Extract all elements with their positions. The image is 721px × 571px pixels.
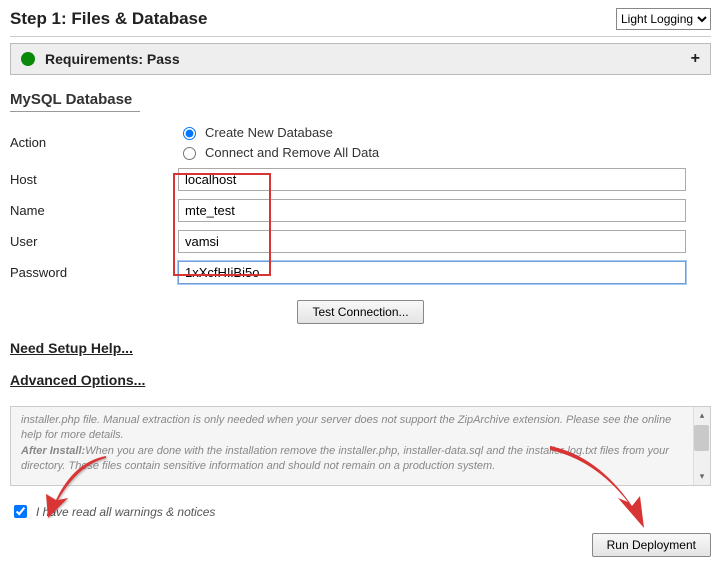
notice-line1: installer.php file. Manual extraction is…: [21, 414, 671, 441]
notice-after-text: When you are done with the installation …: [21, 445, 669, 472]
advanced-options-link[interactable]: Advanced Options...: [10, 372, 145, 388]
run-deployment-button[interactable]: Run Deployment: [592, 533, 711, 557]
step-title: Step 1: Files & Database: [10, 9, 207, 29]
scroll-thumb[interactable]: [694, 425, 709, 451]
user-input[interactable]: [178, 230, 686, 253]
radio-create[interactable]: [183, 127, 196, 140]
radio-remove[interactable]: [183, 147, 196, 160]
scroll-up-icon[interactable]: ▴: [700, 407, 705, 424]
logging-select[interactable]: Light Logging: [616, 8, 711, 30]
password-input[interactable]: [178, 261, 686, 284]
status-dot-icon: [21, 52, 35, 66]
requirements-label: Requirements: Pass: [45, 51, 180, 67]
radio-create-text: Create New Database: [205, 125, 333, 140]
host-input[interactable]: [178, 168, 686, 191]
label-name: Name: [10, 195, 178, 226]
notice-scrollbar[interactable]: ▴ ▾: [693, 407, 710, 485]
agree-label: I have read all warnings & notices: [36, 505, 215, 519]
test-connection-button[interactable]: Test Connection...: [297, 300, 423, 324]
label-host: Host: [10, 164, 178, 195]
radio-remove-label[interactable]: Connect and Remove All Data: [178, 144, 711, 160]
db-section-title: MySQL Database: [10, 91, 140, 112]
radio-remove-text: Connect and Remove All Data: [205, 145, 379, 160]
label-action: Action: [10, 120, 178, 164]
scroll-down-icon[interactable]: ▾: [700, 468, 705, 485]
label-password: Password: [10, 257, 178, 288]
expand-icon[interactable]: +: [691, 50, 700, 68]
notice-box: installer.php file. Manual extraction is…: [10, 406, 711, 486]
agree-checkbox[interactable]: [14, 505, 27, 518]
name-input[interactable]: [178, 199, 686, 222]
db-form: Action Create New Database Connect and R…: [10, 120, 711, 288]
notice-after-label: After Install:: [21, 445, 85, 457]
need-help-link[interactable]: Need Setup Help...: [10, 340, 133, 356]
label-user: User: [10, 226, 178, 257]
notice-text: installer.php file. Manual extraction is…: [11, 407, 710, 485]
requirements-panel[interactable]: Requirements: Pass +: [10, 43, 711, 75]
radio-create-label[interactable]: Create New Database: [178, 124, 711, 140]
